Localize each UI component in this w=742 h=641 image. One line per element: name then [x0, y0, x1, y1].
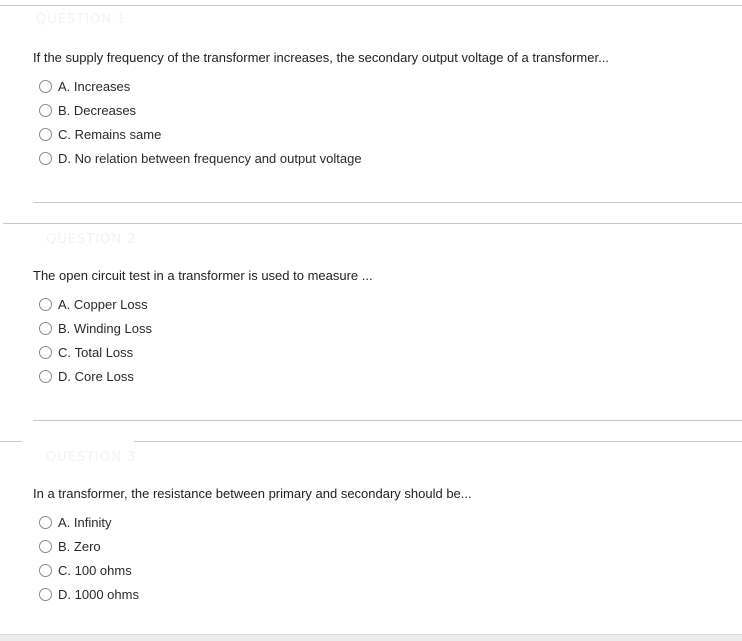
radio-unselected-icon[interactable] — [39, 539, 52, 553]
option-key: D. — [58, 368, 71, 384]
radio-unselected-icon[interactable] — [39, 297, 52, 311]
option-label: Winding Loss — [73, 320, 152, 336]
radio-unselected-icon[interactable] — [39, 587, 52, 601]
option-key: C. — [58, 344, 71, 360]
option-label: 100 ohms — [74, 562, 132, 578]
option-key: B. — [58, 538, 71, 554]
option-key: D. — [58, 586, 71, 602]
section-divider-3a — [0, 441, 22, 442]
option-key: A. — [58, 296, 71, 312]
option-label: Total Loss — [74, 344, 134, 360]
option-key: C. — [58, 126, 71, 142]
option-label: Infinity — [73, 514, 112, 530]
radio-unselected-icon[interactable] — [39, 79, 52, 93]
option-label: Core Loss — [74, 368, 134, 384]
option-label: Copper Loss — [73, 296, 148, 312]
question-2: The open circuit test in a transformer i… — [33, 268, 733, 388]
option-key: B. — [58, 102, 71, 118]
question-1: If the supply frequency of the transform… — [33, 50, 733, 170]
option-key: B. — [58, 320, 71, 336]
radio-unselected-icon[interactable] — [39, 515, 52, 529]
question-2-option-a[interactable]: A. Copper Loss — [33, 292, 733, 316]
radio-unselected-icon[interactable] — [39, 369, 52, 383]
question-2-label: QUESTION 2 — [46, 232, 137, 247]
question-2-option-c[interactable]: C. Total Loss — [33, 340, 733, 364]
radio-unselected-icon[interactable] — [39, 103, 52, 117]
option-label: 1000 ohms — [74, 586, 139, 602]
radio-unselected-icon[interactable] — [39, 151, 52, 165]
question-3: In a transformer, the resistance between… — [33, 486, 733, 606]
radio-unselected-icon[interactable] — [39, 345, 52, 359]
question-3-option-b[interactable]: B. Zero — [33, 534, 733, 558]
question-3-option-a[interactable]: A. Infinity — [33, 510, 733, 534]
question-3-label: QUESTION 3 — [46, 450, 137, 465]
question-1-option-d[interactable]: D. No relation between frequency and out… — [33, 146, 733, 170]
option-label: No relation between frequency and output… — [74, 150, 362, 166]
option-key: A. — [58, 514, 71, 530]
question-1-option-c[interactable]: C. Remains same — [33, 122, 733, 146]
section-divider-3b — [134, 441, 742, 442]
question-2-option-b[interactable]: B. Winding Loss — [33, 316, 733, 340]
question-1-bottom-divider — [33, 202, 742, 203]
option-key: A. — [58, 78, 71, 94]
section-divider-2 — [3, 223, 742, 224]
question-1-option-b[interactable]: B. Decreases — [33, 98, 733, 122]
option-label: Zero — [73, 538, 101, 554]
option-label: Remains same — [74, 126, 162, 142]
question-2-text: The open circuit test in a transformer i… — [33, 268, 373, 283]
section-divider-top — [0, 5, 742, 6]
question-2-bottom-divider — [33, 420, 742, 421]
question-1-option-a[interactable]: A. Increases — [33, 74, 733, 98]
option-key: C. — [58, 562, 71, 578]
question-2-option-d[interactable]: D. Core Loss — [33, 364, 733, 388]
radio-unselected-icon[interactable] — [39, 321, 52, 335]
option-key: D. — [58, 150, 71, 166]
question-1-label: QUESTION 1 — [36, 12, 127, 27]
radio-unselected-icon[interactable] — [39, 563, 52, 577]
option-label: Decreases — [73, 102, 137, 118]
option-label: Increases — [73, 78, 131, 94]
radio-unselected-icon[interactable] — [39, 127, 52, 141]
question-3-text: In a transformer, the resistance between… — [33, 486, 472, 501]
question-1-text: If the supply frequency of the transform… — [33, 50, 609, 65]
question-3-option-d[interactable]: D. 1000 ohms — [33, 582, 733, 606]
question-3-option-c[interactable]: C. 100 ohms — [33, 558, 733, 582]
